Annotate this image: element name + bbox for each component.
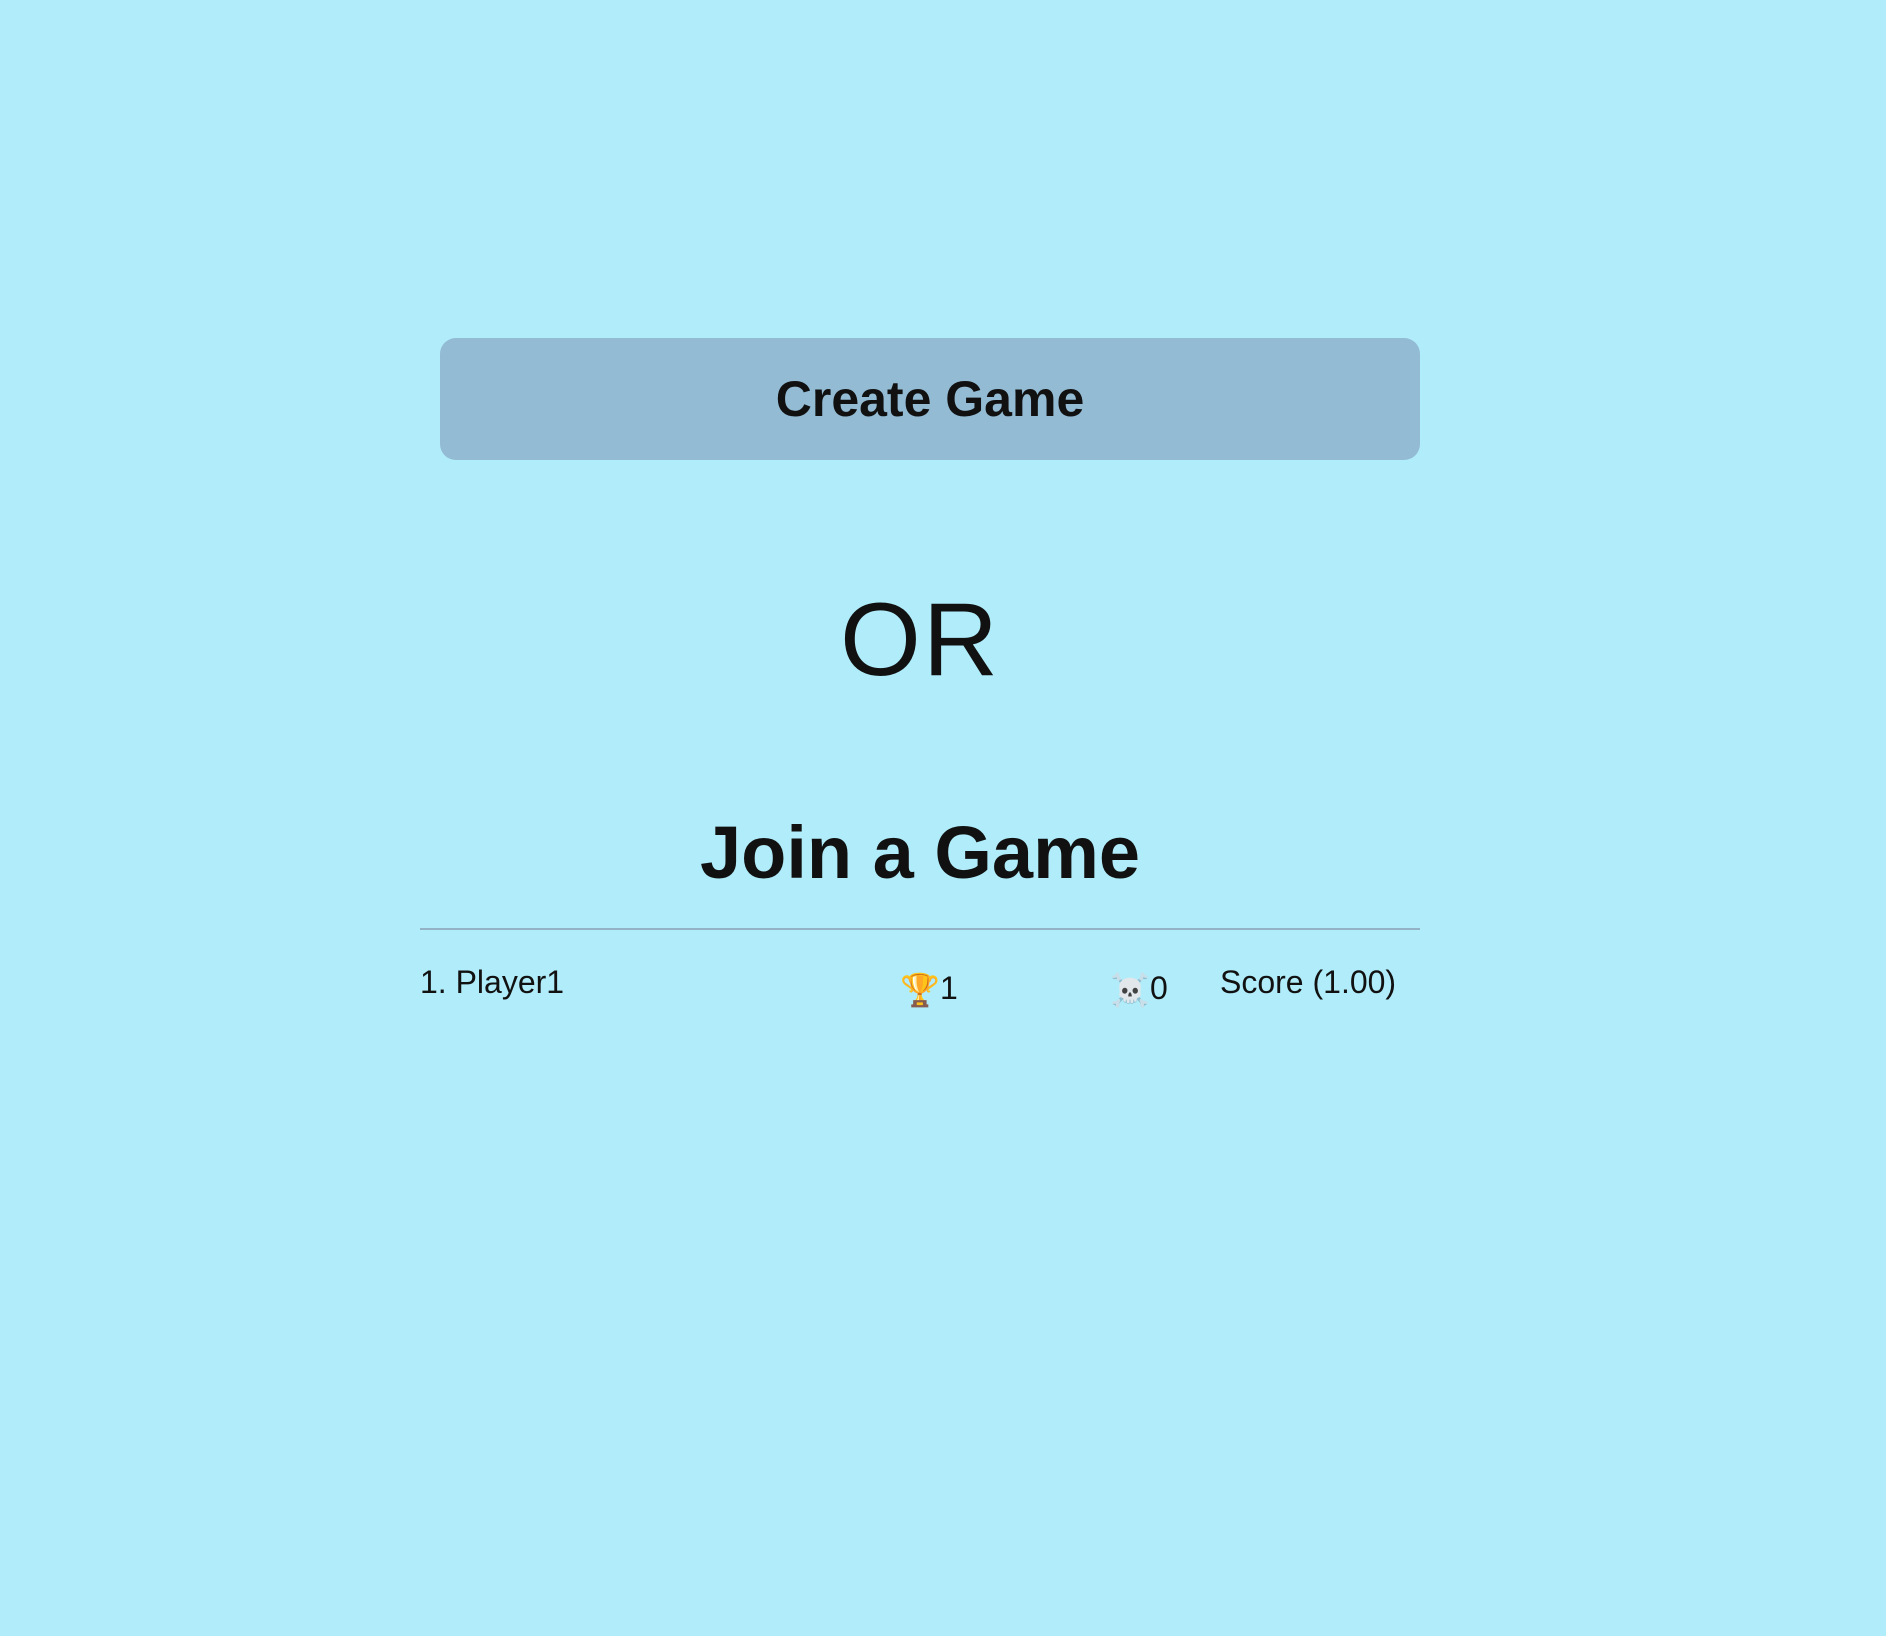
score-value: Score (1.00) (1220, 964, 1397, 1000)
create-game-button[interactable]: Create Game (440, 338, 1420, 460)
wins-stat: 🏆1 (900, 966, 958, 1012)
wins-count: 1 (940, 970, 958, 1006)
skull-icon: ☠️ (1110, 972, 1150, 1008)
or-separator: OR (840, 582, 1000, 698)
player-rank: 1. (420, 964, 447, 1000)
losses-count: 0 (1150, 970, 1168, 1006)
divider (420, 928, 1420, 930)
player-name: Player1 (455, 964, 565, 1000)
trophy-icon: 🏆 (900, 972, 940, 1008)
game-list-item[interactable]: 1. Player1 🏆1 ☠️0 Score (1.00) (420, 960, 1420, 1010)
player-entry: 1. Player1 (420, 960, 564, 1004)
join-game-title: Join a Game (699, 811, 1141, 894)
losses-stat: ☠️0 (1110, 966, 1168, 1012)
